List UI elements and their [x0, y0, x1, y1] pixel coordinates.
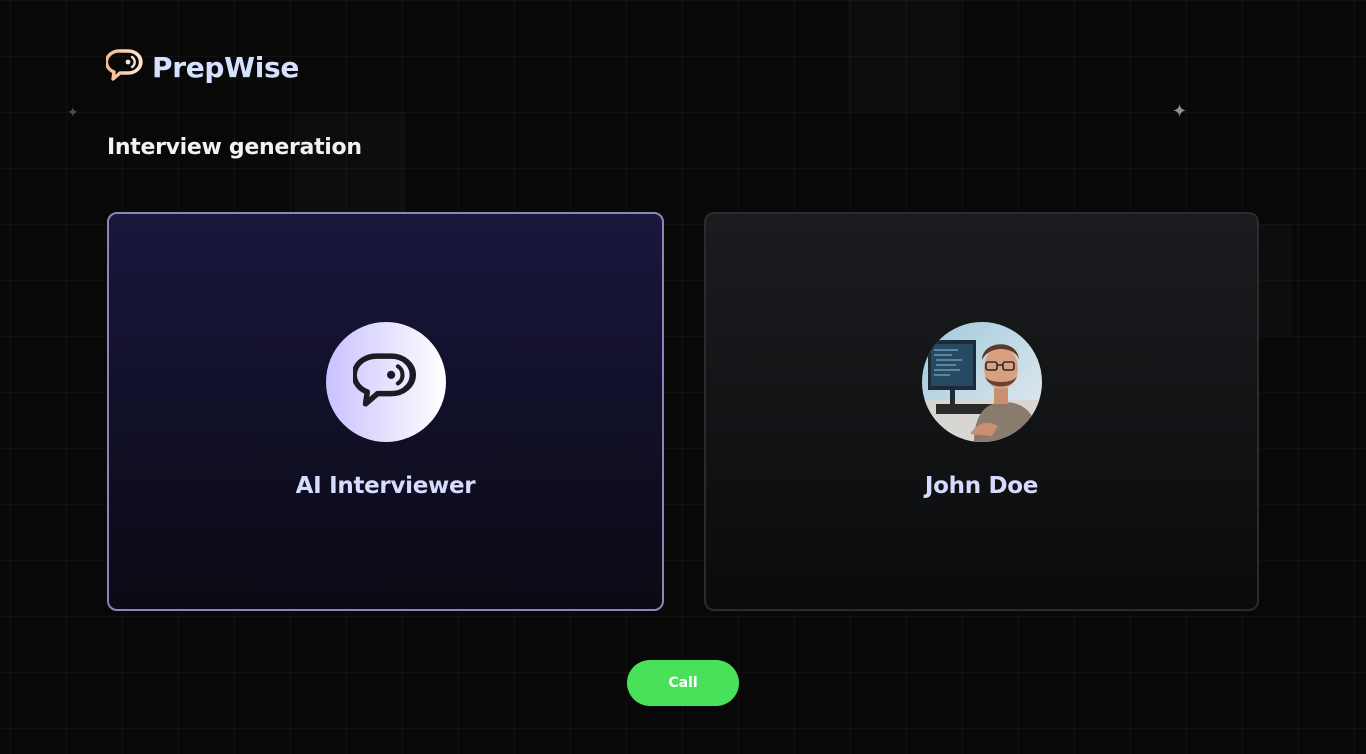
brand-logo[interactable]: PrepWise — [104, 48, 300, 86]
background-tile — [294, 112, 406, 224]
sparkle-icon: ✦ — [1172, 101, 1188, 122]
background-tile — [848, 0, 960, 112]
sparkle-icon: ✦ — [67, 105, 79, 121]
user-name: John Doe — [924, 473, 1039, 499]
chat-bubble-icon — [104, 48, 144, 86]
ai-interviewer-name: AI Interviewer — [295, 473, 476, 499]
call-button[interactable]: Call — [627, 660, 739, 706]
user-avatar — [921, 322, 1042, 442]
chat-bubble-icon — [351, 351, 419, 413]
brand-name: PrepWise — [152, 50, 300, 84]
user-card: John Doe — [704, 212, 1259, 611]
ai-interviewer-card: AI Interviewer — [107, 212, 664, 611]
ai-avatar — [325, 322, 446, 442]
page-title: Interview generation — [107, 135, 362, 160]
user-photo — [921, 322, 1042, 442]
